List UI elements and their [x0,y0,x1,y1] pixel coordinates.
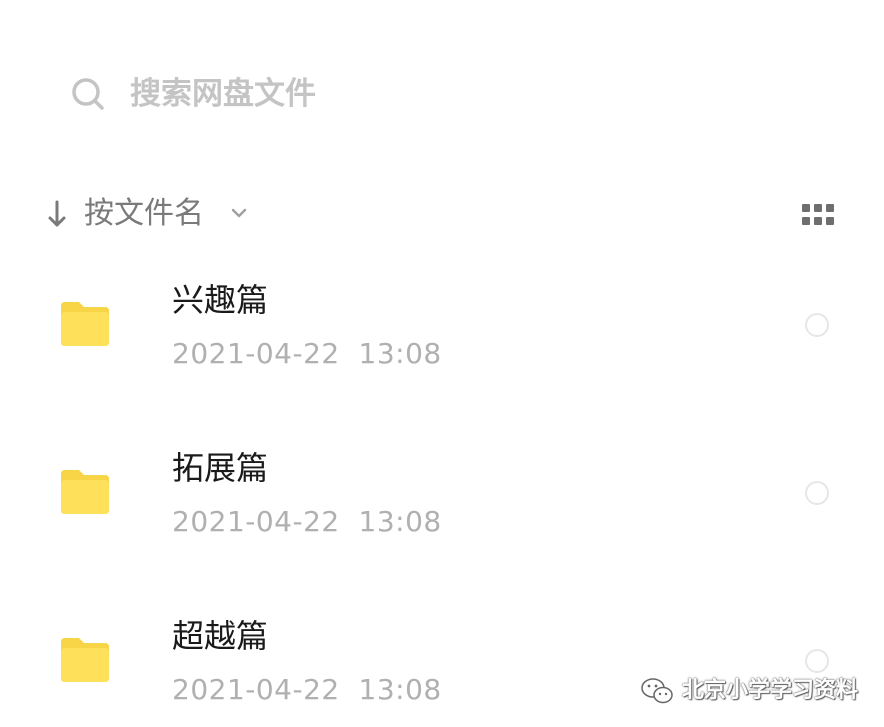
watermark-text: 北京小学学习资料 [681,678,858,703]
file-timestamp: 2021-04-22 13:08 [172,672,442,708]
file-time: 13:08 [358,673,442,706]
chevron-down-icon[interactable] [230,204,248,222]
watermark: 北京小学学习资料 [640,673,858,709]
arrow-down-icon[interactable] [44,198,70,230]
file-timestamp: 2021-04-22 13:08 [172,504,442,540]
file-timestamp: 2021-04-22 13:08 [172,336,442,372]
select-radio[interactable] [805,481,829,505]
file-date: 2021-04-22 [172,673,340,706]
sort-bar: 按文件名 [0,190,884,240]
folder-icon [61,638,109,682]
search-icon [72,78,104,110]
file-name: 超越篇 [172,617,269,655]
file-name: 兴趣篇 [172,281,269,319]
sort-label[interactable]: 按文件名 [84,194,204,234]
folder-icon [61,470,109,514]
file-browser-page: 按文件名 兴趣篇 2021-04-22 13:08 拓展篇 2021-04-22… [0,0,884,727]
file-time: 13:08 [358,505,442,538]
wechat-icon [641,678,673,704]
select-radio[interactable] [805,649,829,673]
folder-icon [61,302,109,346]
file-date: 2021-04-22 [172,505,340,538]
search-bar[interactable] [40,52,844,136]
select-radio[interactable] [805,313,829,337]
search-input[interactable] [130,72,730,116]
file-date: 2021-04-22 [172,337,340,370]
file-row-tuozhan[interactable]: 拓展篇 2021-04-22 13:08 [0,438,884,588]
file-name: 拓展篇 [172,449,269,487]
file-row-xingqu[interactable]: 兴趣篇 2021-04-22 13:08 [0,270,884,420]
grid-view-icon[interactable] [802,204,834,226]
file-time: 13:08 [358,337,442,370]
